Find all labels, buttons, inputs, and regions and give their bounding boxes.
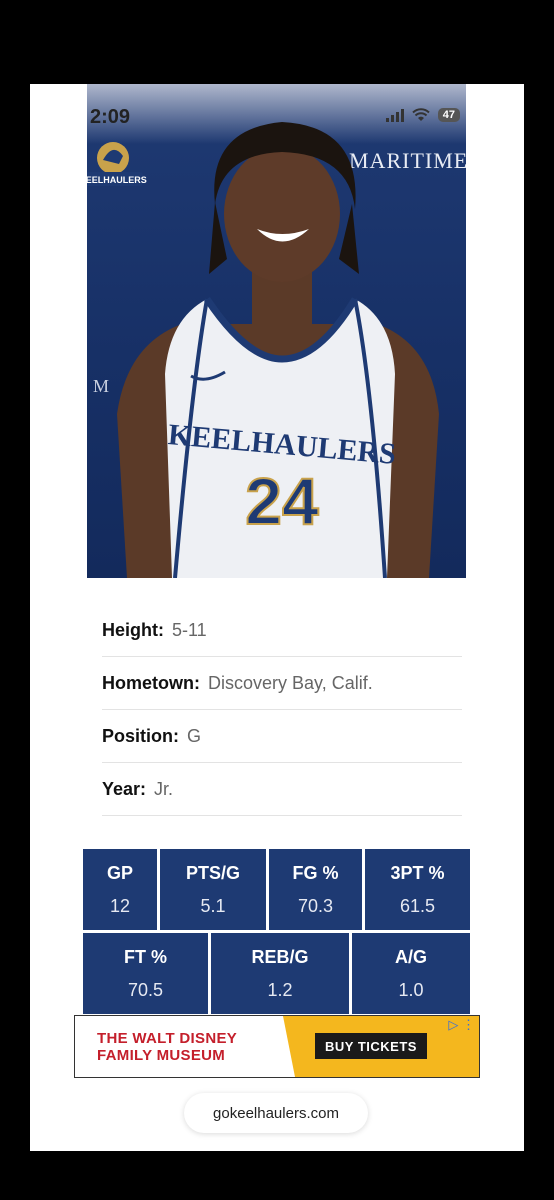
stat-value: 1.0 [398,979,424,1000]
stat-value: 5.1 [200,895,226,916]
stat-label: 3PT % [390,862,445,883]
stat-value: 70.3 [297,895,334,916]
stat-label: GP [106,862,133,883]
info-label: Year: [102,778,147,799]
ad-banner[interactable]: THE WALT DISNEY FAMILY MUSEUM BUY TICKET… [74,1015,480,1078]
stat-cell-fg: FG % 70.3 [269,849,362,930]
stat-cell-3pt: 3PT % 61.5 [365,849,470,930]
info-value: Jr. [154,778,174,799]
stat-label: PTS/G [185,862,240,883]
info-value: G [187,725,202,746]
stat-cell-gp: GP 12 [83,849,157,930]
info-row-year: Year: Jr. [102,763,462,816]
player-photo: KEELHAULERS 2:09 47 MARITIME M KEELHAULE… [87,84,466,578]
stats-row: FT % 70.5 REB/G 1.2 A/G 1.0 [83,933,470,1014]
info-row-position: Position: G [102,710,462,763]
ad-title-line1: THE WALT DISNEY [97,1030,238,1047]
jersey-number: 24 [245,464,319,538]
stat-cell-pts: PTS/G 5.1 [160,849,266,930]
stats-row: GP 12 PTS/G 5.1 FG % 70.3 3PT % 61.5 [83,849,470,930]
url-bar[interactable]: gokeelhaulers.com [184,1093,368,1133]
stat-label: FG % [292,862,339,883]
stat-label: A/G [394,946,427,967]
adchoices-icon[interactable]: ▷ ⋮ [448,1017,475,1033]
info-row-hometown: Hometown: Discovery Bay, Calif. [102,657,462,710]
info-label: Hometown: [102,672,200,693]
stat-value: 1.2 [267,979,293,1000]
ad-title-line2: FAMILY MUSEUM [97,1047,226,1064]
buy-tickets-button[interactable]: BUY TICKETS [315,1033,427,1059]
stat-value: 12 [109,895,131,916]
stat-label: FT % [124,946,167,967]
info-value: Discovery Bay, Calif. [208,672,373,693]
stat-value: 61.5 [399,895,436,916]
page: KEELHAULERS 2:09 47 MARITIME M KEELHAULE… [30,84,524,1151]
player-info: Height: 5-11 Hometown: Discovery Bay, Ca… [102,604,462,816]
player-figure: KEELHAULERS 24 [117,122,439,578]
info-label: Height: [102,619,164,640]
stat-cell-reb: REB/G 1.2 [211,933,349,1014]
info-value: 5-11 [172,619,207,640]
stat-value: 70.5 [127,979,164,1000]
stat-cell-ast: A/G 1.0 [352,933,470,1014]
info-label: Position: [102,725,179,746]
stat-cell-ft: FT % 70.5 [83,933,208,1014]
stat-label: REB/G [251,946,309,967]
stats-table: GP 12 PTS/G 5.1 FG % 70.3 3PT % 61.5 FT … [83,849,470,1017]
info-row-height: Height: 5-11 [102,604,462,657]
